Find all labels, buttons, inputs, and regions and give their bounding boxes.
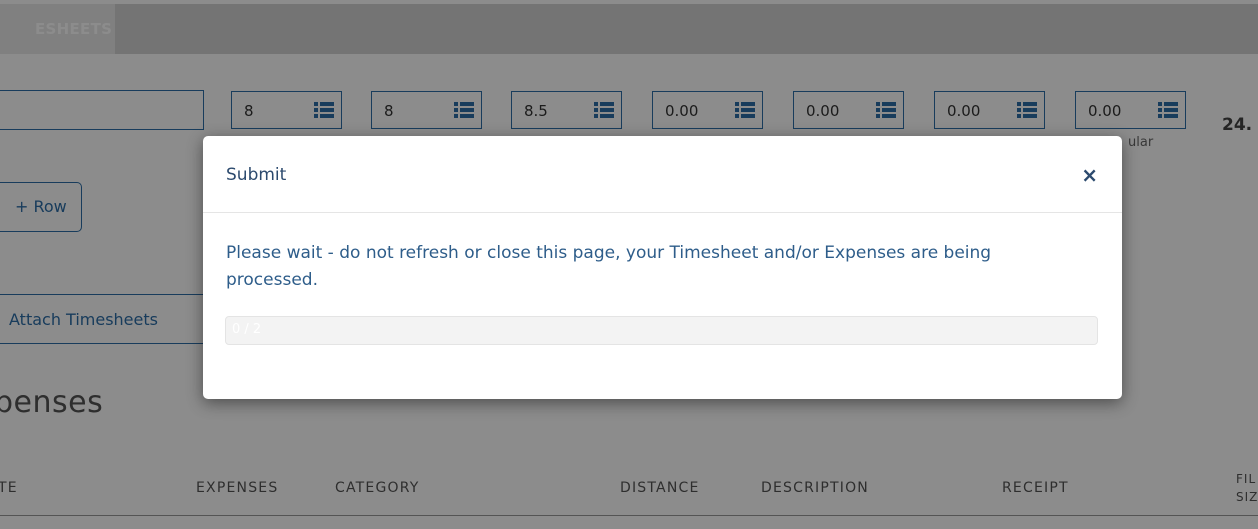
close-icon[interactable]: × xyxy=(1081,163,1098,187)
progress-bar: 0 / 2 xyxy=(225,316,1098,345)
progress-label: 0 / 2 xyxy=(232,322,262,337)
modal-message: Please wait - do not refresh or close th… xyxy=(226,243,992,290)
modal-title: Submit xyxy=(226,165,287,185)
submit-modal: Submit × Please wait - do not refresh or… xyxy=(203,136,1122,399)
modal-divider xyxy=(203,212,1122,213)
